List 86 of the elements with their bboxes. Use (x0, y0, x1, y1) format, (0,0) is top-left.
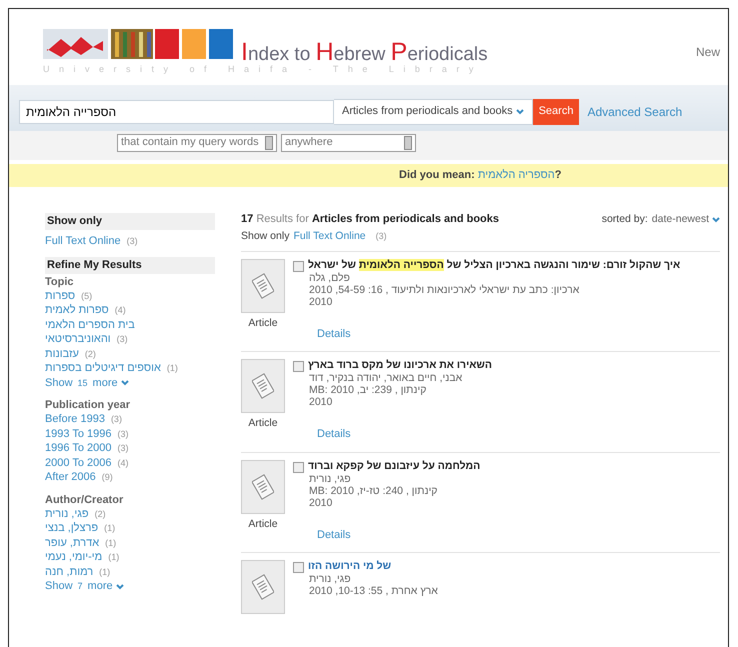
result-detail: ארץ אחרת , 55: 10-13, 2010 (309, 585, 438, 598)
result-title: השאירו את ארכיונו של מקס ברוד בארץ (308, 359, 492, 372)
facet-count: (4) (114, 304, 126, 318)
result-detail: ארכיון: כתב עת ישראלי לארכיונאות ולתיעוד , 16: 54-59, 2010 (309, 284, 580, 296)
search-field[interactable]: הספרייה הלאומית (19, 100, 334, 124)
details-link[interactable]: Details (317, 428, 351, 442)
result-type: Article (248, 417, 278, 430)
sort-label: sorted by: (602, 213, 648, 226)
facet-count: (1) (166, 362, 178, 376)
result-checkbox[interactable] (293, 562, 304, 573)
result-detail: 2010 (309, 296, 332, 308)
filter-count: (3) (376, 231, 387, 242)
result-detail: קינתון , 239: יב, MB: 2010 (309, 384, 426, 396)
facet-link[interactable]: After 2006 (45, 470, 96, 485)
result-title: איך שהקול זורם: שימור והנגשה בארכיון הצליל של הספרייה הלאומית של ישראל (308, 258, 680, 272)
show-more-link[interactable]: Show 7 more (45, 579, 124, 594)
result-checkbox[interactable] (293, 462, 304, 473)
result-type: Article (248, 316, 278, 330)
show-only-label: Show only (241, 230, 290, 243)
facet-link[interactable]: Before 1993 (45, 412, 105, 427)
filter-link[interactable]: Full Text Online (293, 230, 366, 243)
facet-count: (3) (117, 442, 128, 456)
section-heading: Refine My Results (45, 256, 215, 274)
facet-link[interactable]: והאוניברסיטאי (45, 332, 111, 347)
result-detail: 2010 (309, 496, 332, 509)
facet-heading: Author/Creator (45, 492, 124, 507)
result-title: המלחמה על עיזבונם של קפקא וברוד (308, 460, 480, 473)
result-detail: פגי, נורית (309, 572, 351, 586)
facet-count: (3) (110, 413, 122, 426)
result-detail: פגי, נורית (309, 472, 351, 485)
facet-count: (2) (94, 508, 106, 521)
suggestion-link[interactable]: הספריה הלאמית (478, 168, 555, 182)
facet-link[interactable]: 1993 To 1996 (45, 426, 112, 442)
new-search-link[interactable]: New (696, 45, 720, 60)
facet-count: (2) (84, 348, 96, 361)
facet-count: (4) (117, 456, 128, 470)
chevron-down-icon (712, 216, 720, 223)
facet-link[interactable]: בית הספרים הלאמי (45, 318, 135, 332)
search-button[interactable]: Search (532, 98, 580, 125)
facet-count: (1) (105, 536, 116, 550)
chevron-down-icon (516, 108, 524, 115)
facet-link[interactable]: 2000 To 2006 (45, 456, 112, 470)
result-detail: אבני, חיים באואר, יהודה בנקיר, דוד (309, 372, 462, 384)
facet-link[interactable]: פרצלן, בנצי (45, 521, 98, 536)
facet-count: (1) (108, 551, 120, 564)
facet-link[interactable]: ספרות (45, 288, 76, 304)
facet-link[interactable]: רמות, חנה (45, 564, 94, 580)
result-detail: קינתון , 240: טז-יז, MB: 2010 (309, 484, 438, 497)
did-you-mean-label: Did you mean: (399, 168, 475, 181)
result-checkbox[interactable] (293, 260, 304, 272)
result-title[interactable]: של מי הירושה הזו (308, 560, 392, 573)
location-select[interactable]: anywhere (281, 134, 416, 152)
facet-count: (1) (104, 522, 116, 536)
chevron-down-icon (116, 584, 124, 590)
section-heading: Show only (45, 213, 215, 230)
facet-count: (3) (126, 235, 138, 248)
facet-link[interactable]: פגי, נורית (45, 506, 89, 522)
facet-count: (3) (117, 428, 128, 441)
facet-heading: Topic (45, 274, 75, 289)
result-detail: 2010 (309, 396, 332, 408)
facet-link[interactable]: אוספים דיגיטלים בספרות (45, 361, 161, 376)
facet-link[interactable]: ספרות לאמית (45, 303, 109, 318)
facet-count: (9) (102, 471, 113, 484)
facet-link[interactable]: עזבונות (45, 346, 79, 362)
facet-heading: Publication year (45, 398, 131, 412)
result-type: Article (248, 518, 278, 530)
chevron-down-icon (120, 380, 129, 386)
question-mark: ? (554, 168, 562, 181)
result-checkbox[interactable] (293, 361, 304, 372)
show-more-link[interactable]: Show 15 more (45, 376, 129, 390)
facet-count: (5) (81, 290, 92, 303)
scope-dropdown[interactable]: Articles from periodicals and books (334, 98, 533, 125)
advanced-search-link[interactable]: Advanced Search (587, 104, 682, 120)
facet-link[interactable]: אדרת, עופר (45, 536, 100, 550)
facet-link[interactable]: מי-יומי, נעמי (45, 550, 102, 565)
details-link[interactable]: Details (317, 328, 351, 342)
facet-count: (1) (99, 566, 110, 579)
result-detail: פלם, גלה (309, 272, 350, 284)
sort-dropdown[interactable]: date-newest (652, 213, 720, 226)
facet-link[interactable]: 1996 To 2000 (45, 441, 112, 456)
facet-link[interactable]: Full Text Online (45, 234, 121, 249)
results-summary: 17 Results for Articles from periodicals and books (241, 213, 500, 226)
details-link[interactable]: Details (317, 528, 351, 542)
logo-title: Index to Hebrew Periodicals (241, 40, 488, 65)
match-select[interactable]: that contain my query words (117, 134, 277, 152)
facet-count: (3) (116, 333, 128, 346)
